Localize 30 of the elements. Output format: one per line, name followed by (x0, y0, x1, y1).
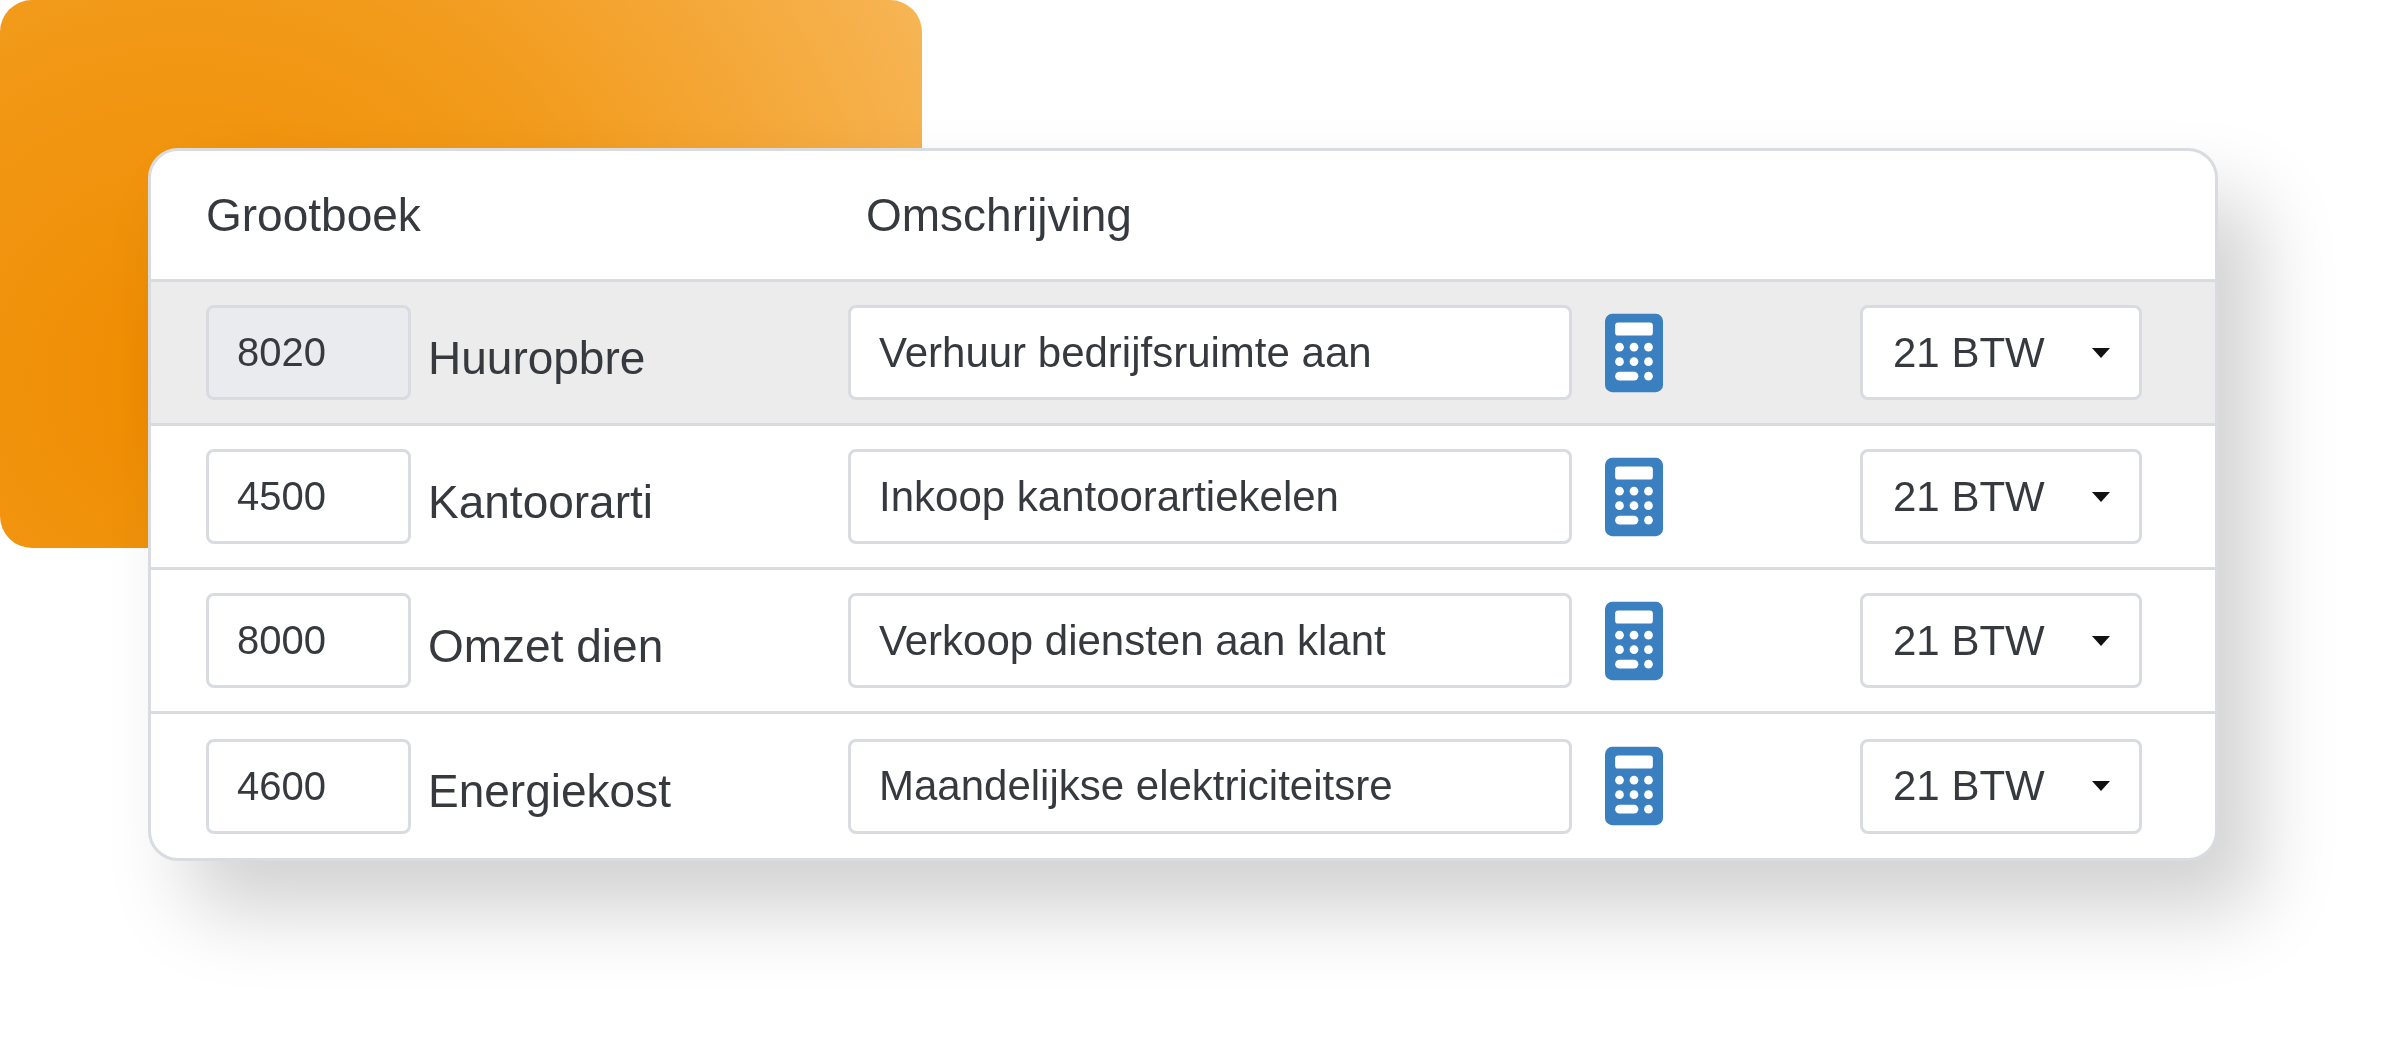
account-code-field[interactable]: 4600 (206, 738, 411, 834)
account-code-field[interactable]: 8000 (206, 593, 411, 688)
caret-icon (2091, 490, 2111, 503)
calculator-icon[interactable] (1605, 600, 1663, 681)
vat-dropdown[interactable]: 21 BTW (1860, 449, 2142, 544)
account-name: Energiekost (428, 764, 672, 818)
description-field[interactable]: Verhuur bedrijfsruimte aan (848, 305, 1572, 400)
account-name: Omzet dien (428, 618, 665, 673)
calculator-icon[interactable] (1605, 312, 1663, 393)
caret-icon (2091, 346, 2111, 359)
account-name: Huuropbre (428, 330, 647, 385)
table-row[interactable]: 4500 Kantoorarti Inkoop kantoorartiekelen 21 BTW (151, 426, 2215, 570)
description-field[interactable]: Inkoop kantoorartiekelen (848, 449, 1572, 544)
vat-dropdown[interactable]: 21 BTW (1860, 738, 2142, 834)
account-code-field[interactable]: 8020 (206, 305, 411, 400)
account-code-field[interactable]: 4500 (206, 449, 411, 544)
column-header: Omschrijving (866, 188, 1132, 242)
calculator-icon[interactable] (1605, 746, 1663, 826)
account-name: Kantoorarti (428, 474, 654, 529)
description-field[interactable]: Maandelijkse elektriciteitsre (848, 738, 1572, 834)
calculator-icon[interactable] (1605, 456, 1663, 537)
table-row[interactable]: 8020 Huuropbre Verhuur bedrijfsruimte aan 21 BTW (151, 282, 2215, 426)
table-row[interactable]: 8000 Omzet dien Verkoop diensten aan klant 21 BTW (151, 570, 2215, 714)
table-row[interactable]: 4600 Energiekost Maandelijkse elektriciteitsre 21 BTW (151, 714, 2215, 858)
caret-icon (2091, 634, 2111, 647)
vat-dropdown[interactable]: 21 BTW (1860, 593, 2142, 688)
column-header: Grootboek (206, 188, 422, 242)
description-field[interactable]: Verkoop diensten aan klant (848, 593, 1572, 688)
vat-dropdown[interactable]: 21 BTW (1860, 305, 2142, 400)
caret-icon (2091, 780, 2111, 792)
